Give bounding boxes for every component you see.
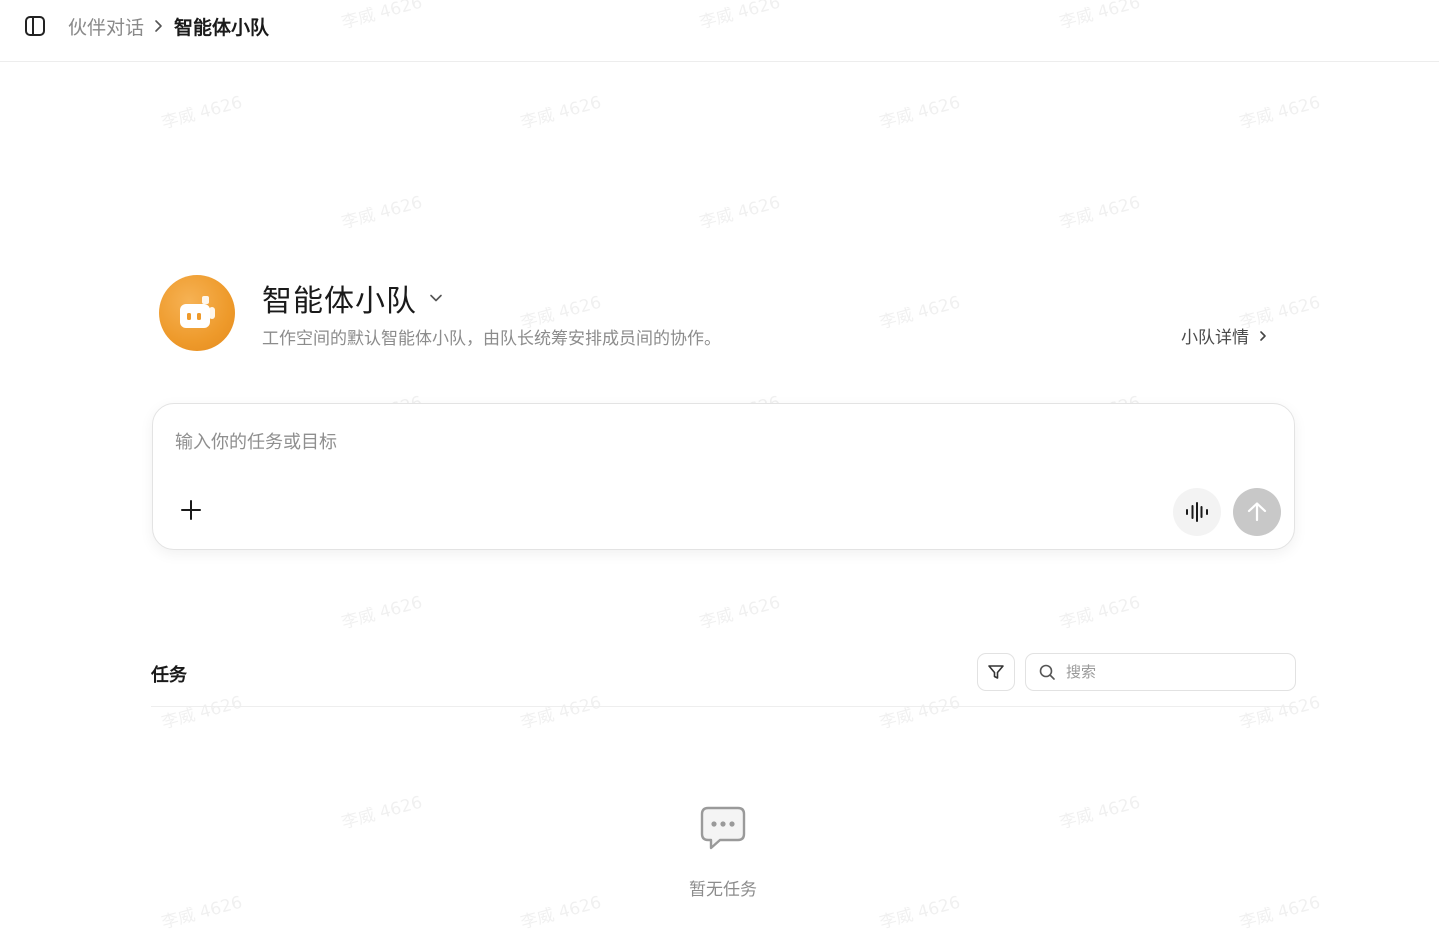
team-detail-link[interactable]: 小队详情: [1181, 323, 1267, 348]
watermark: 李威 4626: [159, 92, 245, 134]
watermark: 李威 4626: [1237, 692, 1323, 734]
watermark: 李威 4626: [1237, 92, 1323, 134]
sidebar-toggle-icon: [25, 16, 45, 36]
chevron-right-icon: [1259, 330, 1267, 342]
voice-wave-icon: [1186, 502, 1208, 522]
watermark: 李威 4626: [877, 292, 963, 334]
watermark: 李威 4626: [518, 692, 604, 734]
empty-state-icon: [697, 802, 749, 854]
tasks-divider: [151, 706, 1296, 707]
chat-bubble-icon: [700, 806, 746, 850]
chevron-right-icon: [154, 19, 164, 33]
arrow-up-icon: [1247, 502, 1267, 522]
team-description: 工作空间的默认智能体小队，由队长统筹安排成员间的协作。: [262, 329, 721, 349]
watermark: 李威 4626: [1057, 592, 1143, 634]
breadcrumb: 伙伴对话 智能体小队: [68, 12, 269, 40]
task-composer: [152, 403, 1295, 550]
breadcrumb-current: 智能体小队: [174, 16, 270, 39]
voice-input-button[interactable]: [1173, 488, 1221, 536]
team-selector[interactable]: 智能体小队: [262, 278, 443, 319]
task-input[interactable]: [173, 426, 1173, 458]
breadcrumb-parent[interactable]: 伙伴对话: [68, 13, 144, 40]
watermark: 李威 4626: [877, 692, 963, 734]
sidebar-toggle-button[interactable]: [22, 13, 48, 39]
top-bar: 伙伴对话 智能体小队: [0, 0, 1439, 62]
watermark: 李威 4626: [697, 192, 783, 234]
team-avatar: [159, 275, 235, 351]
watermark: 李威 4626: [1057, 192, 1143, 234]
team-name: 智能体小队: [262, 284, 417, 319]
watermark: 李威 4626: [518, 92, 604, 134]
task-search-box: [1025, 653, 1296, 691]
attach-button[interactable]: [177, 496, 205, 524]
filter-icon: [988, 665, 1004, 679]
empty-state-text: 暂无任务: [689, 880, 757, 900]
robot-icon: [180, 296, 215, 328]
search-icon: [1039, 664, 1055, 680]
team-detail-label: 小队详情: [1181, 328, 1249, 348]
watermark: 李威 4626: [339, 192, 425, 234]
tasks-section-title: 任务: [151, 665, 187, 686]
watermark: 李威 4626: [339, 592, 425, 634]
watermark: 李威 4626: [697, 592, 783, 634]
watermark: 李威 4626: [159, 692, 245, 734]
watermark: 李威 4626: [877, 92, 963, 134]
watermark: 李威 4626: [339, 792, 425, 834]
chevron-down-icon: [429, 293, 443, 303]
filter-button[interactable]: [977, 653, 1015, 691]
plus-icon: [181, 500, 201, 520]
watermark: 李威 4626: [1057, 792, 1143, 834]
task-search-input[interactable]: [1064, 662, 1284, 682]
send-button[interactable]: [1233, 488, 1281, 536]
